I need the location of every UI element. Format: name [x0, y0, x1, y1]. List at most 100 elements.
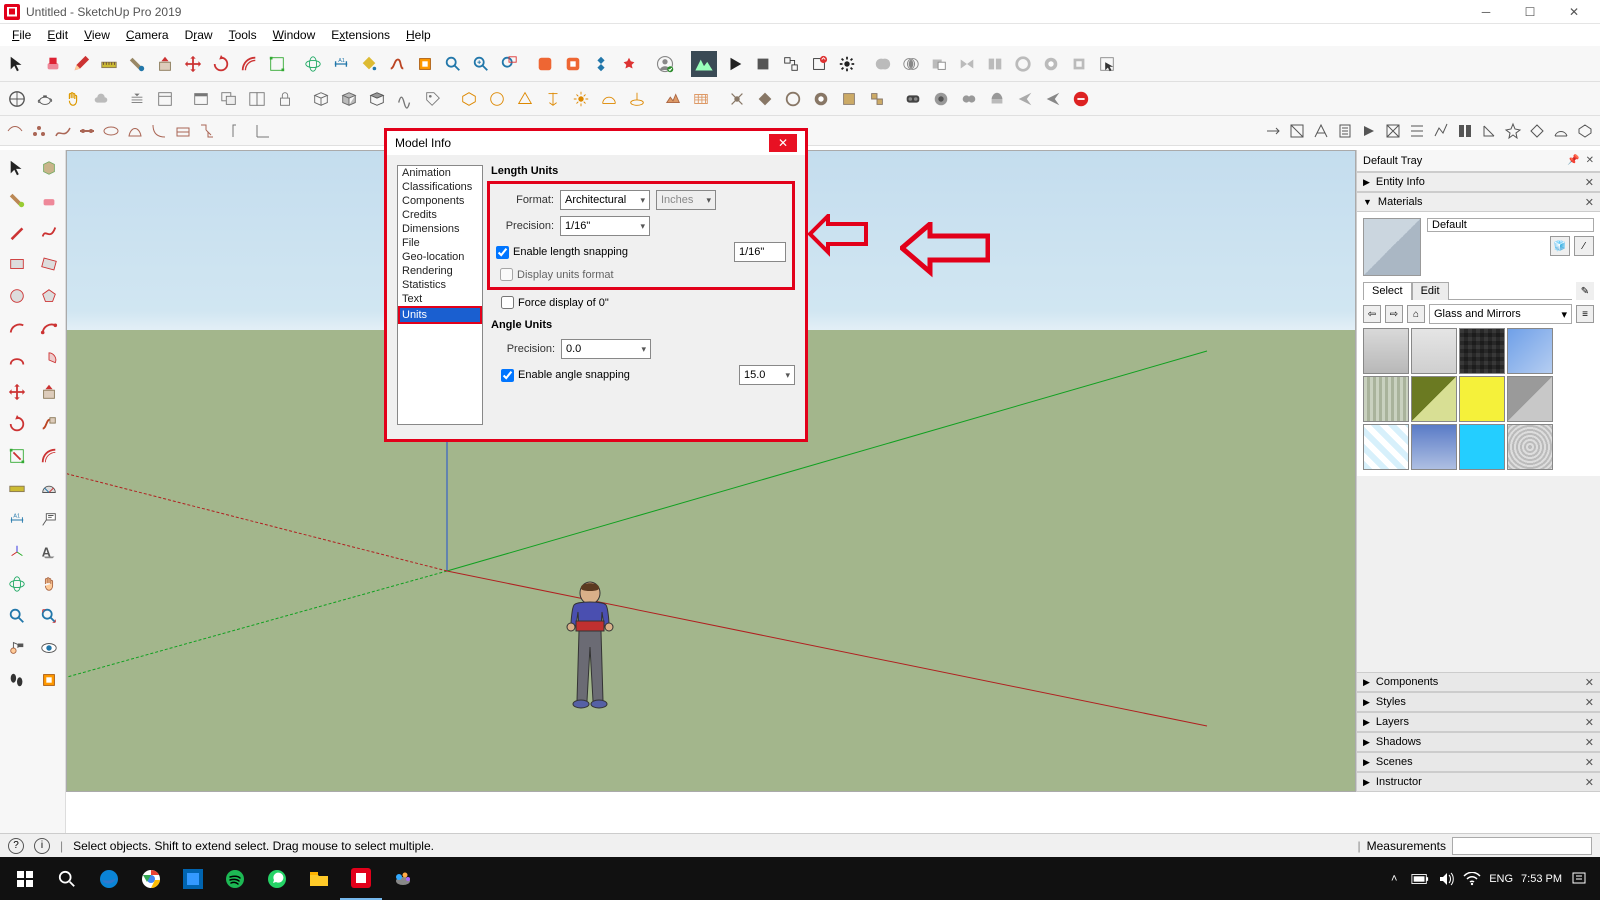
material-swatch[interactable] — [1459, 424, 1505, 470]
lt-pan[interactable] — [35, 570, 63, 598]
tb-offset[interactable] — [236, 51, 262, 77]
lt-polygon[interactable] — [35, 282, 63, 310]
tb2-tag[interactable] — [420, 86, 446, 112]
panel-instructor[interactable]: ▶Instructor✕ — [1357, 772, 1600, 792]
tb3-6[interactable] — [124, 120, 146, 142]
dlg-item-text[interactable]: Text — [398, 292, 482, 306]
tb2-sandbox1[interactable] — [660, 86, 686, 112]
tb2-lock[interactable] — [272, 86, 298, 112]
tb3-r5[interactable] — [1358, 120, 1380, 142]
display-units-input[interactable] — [500, 268, 513, 281]
taskbar-lang[interactable]: ENG — [1489, 873, 1513, 885]
tray-chevron-icon[interactable]: ˄ — [1385, 870, 1403, 888]
materials-tab-select[interactable]: Select — [1363, 282, 1412, 300]
tb-export[interactable] — [806, 51, 832, 77]
tb3-r8[interactable] — [1430, 120, 1452, 142]
tb2-send1[interactable] — [1012, 86, 1038, 112]
tb2-d5[interactable] — [836, 86, 862, 112]
tb-stop[interactable] — [750, 51, 776, 77]
dialog-category-list[interactable]: Animation Classifications Components Cre… — [397, 165, 483, 425]
enable-length-snap-checkbox[interactable]: Enable length snapping — [496, 246, 628, 259]
tb3-3[interactable] — [52, 120, 74, 142]
panel-close-icon[interactable]: ✕ — [1585, 676, 1594, 689]
tb-pencil[interactable] — [68, 51, 94, 77]
start-button[interactable] — [4, 857, 46, 900]
tb-solid-union[interactable] — [870, 51, 896, 77]
tb-settings[interactable] — [834, 51, 860, 77]
tb-3dw-a[interactable] — [532, 51, 558, 77]
dlg-item-classifications[interactable]: Classifications — [398, 180, 482, 194]
lt-select[interactable] — [3, 154, 31, 182]
materials-tab-edit[interactable]: Edit — [1412, 282, 1449, 300]
tb-rotate[interactable] — [208, 51, 234, 77]
tb2-vr4[interactable] — [984, 86, 1010, 112]
search-button[interactable] — [46, 857, 88, 900]
dlg-item-components[interactable]: Components — [398, 194, 482, 208]
panel-entity-info[interactable]: ▶Entity Info✕ — [1357, 172, 1600, 192]
panel-close-icon[interactable]: ✕ — [1585, 716, 1594, 729]
tb3-r2[interactable] — [1286, 120, 1308, 142]
task-app-blue[interactable] — [172, 857, 214, 900]
menu-view[interactable]: View — [76, 26, 118, 44]
tb-user[interactable] — [652, 51, 678, 77]
lt-orbit2[interactable] — [3, 570, 31, 598]
tb3-r3[interactable] — [1310, 120, 1332, 142]
lt-freehand[interactable] — [35, 218, 63, 246]
lt-3dtext[interactable]: A — [35, 538, 63, 566]
material-create-icon[interactable]: 🧊 — [1550, 236, 1570, 256]
tb2-teapot[interactable] — [32, 86, 58, 112]
panel-layers[interactable]: ▶Layers✕ — [1357, 712, 1600, 732]
tb2-sect1[interactable] — [308, 86, 334, 112]
display-units-checkbox[interactable]: Display units format — [500, 268, 786, 281]
tray-close-icon[interactable]: ✕ — [1586, 155, 1594, 166]
lt-arc2[interactable] — [35, 314, 63, 342]
lt-arc[interactable] — [3, 314, 31, 342]
taskbar-time[interactable]: 7:53 PM — [1521, 873, 1562, 885]
menu-draw[interactable]: Draw — [177, 26, 221, 44]
lt-look[interactable] — [35, 634, 63, 662]
lt-section2[interactable] — [35, 666, 63, 694]
dialog-close-button[interactable]: ✕ — [769, 134, 797, 152]
menu-window[interactable]: Window — [265, 26, 324, 44]
angle-precision-dropdown[interactable]: 0.0▾ — [561, 339, 651, 359]
materials-eyedropper-icon[interactable]: ✎ — [1576, 282, 1594, 300]
tb3-2[interactable] — [28, 120, 50, 142]
panel-close-icon[interactable]: ✕ — [1585, 756, 1594, 769]
panel-close-icon[interactable]: ✕ — [1585, 696, 1594, 709]
tb-zoom-ex[interactable] — [440, 51, 466, 77]
task-whatsapp[interactable] — [256, 857, 298, 900]
lt-followme[interactable] — [35, 410, 63, 438]
tb-select[interactable] — [4, 51, 30, 77]
tb3-r10[interactable] — [1478, 120, 1500, 142]
panel-materials[interactable]: ▼Materials✕ — [1357, 192, 1600, 212]
tb3-11[interactable] — [252, 120, 274, 142]
tb2-d2[interactable] — [752, 86, 778, 112]
maximize-button[interactable]: ☐ — [1508, 0, 1552, 24]
panel-close-icon[interactable]: ✕ — [1585, 736, 1594, 749]
task-explorer[interactable] — [298, 857, 340, 900]
material-swatch[interactable] — [1459, 328, 1505, 374]
tb-select-cursor[interactable] — [1094, 51, 1120, 77]
tray-title[interactable]: Default Tray 📌 ✕ — [1357, 150, 1600, 172]
dlg-item-file[interactable]: File — [398, 236, 482, 250]
tb-solid-outer[interactable] — [1010, 51, 1036, 77]
tb3-8[interactable] — [172, 120, 194, 142]
dlg-item-units[interactable]: Units — [398, 306, 482, 324]
tb-zoom-window[interactable] — [496, 51, 522, 77]
task-app-grey[interactable] — [382, 857, 424, 900]
lt-axes[interactable] — [3, 538, 31, 566]
tb-solid-sub[interactable] — [926, 51, 952, 77]
tb-orbit[interactable] — [300, 51, 326, 77]
tb3-r6[interactable] — [1382, 120, 1404, 142]
tb-solid-split[interactable] — [982, 51, 1008, 77]
info-icon[interactable]: i — [34, 838, 50, 854]
lt-move[interactable] — [3, 378, 31, 406]
materials-fwd-icon[interactable]: ⇨ — [1385, 305, 1403, 323]
dlg-item-rendering[interactable]: Rendering — [398, 264, 482, 278]
lt-zoom[interactable] — [3, 602, 31, 630]
tb2-downstack[interactable] — [124, 86, 150, 112]
tb-follow[interactable] — [384, 51, 410, 77]
material-eyedrop-icon[interactable]: ⁄ — [1574, 236, 1594, 256]
lt-zoomext[interactable] — [35, 602, 63, 630]
material-swatch[interactable] — [1363, 424, 1409, 470]
